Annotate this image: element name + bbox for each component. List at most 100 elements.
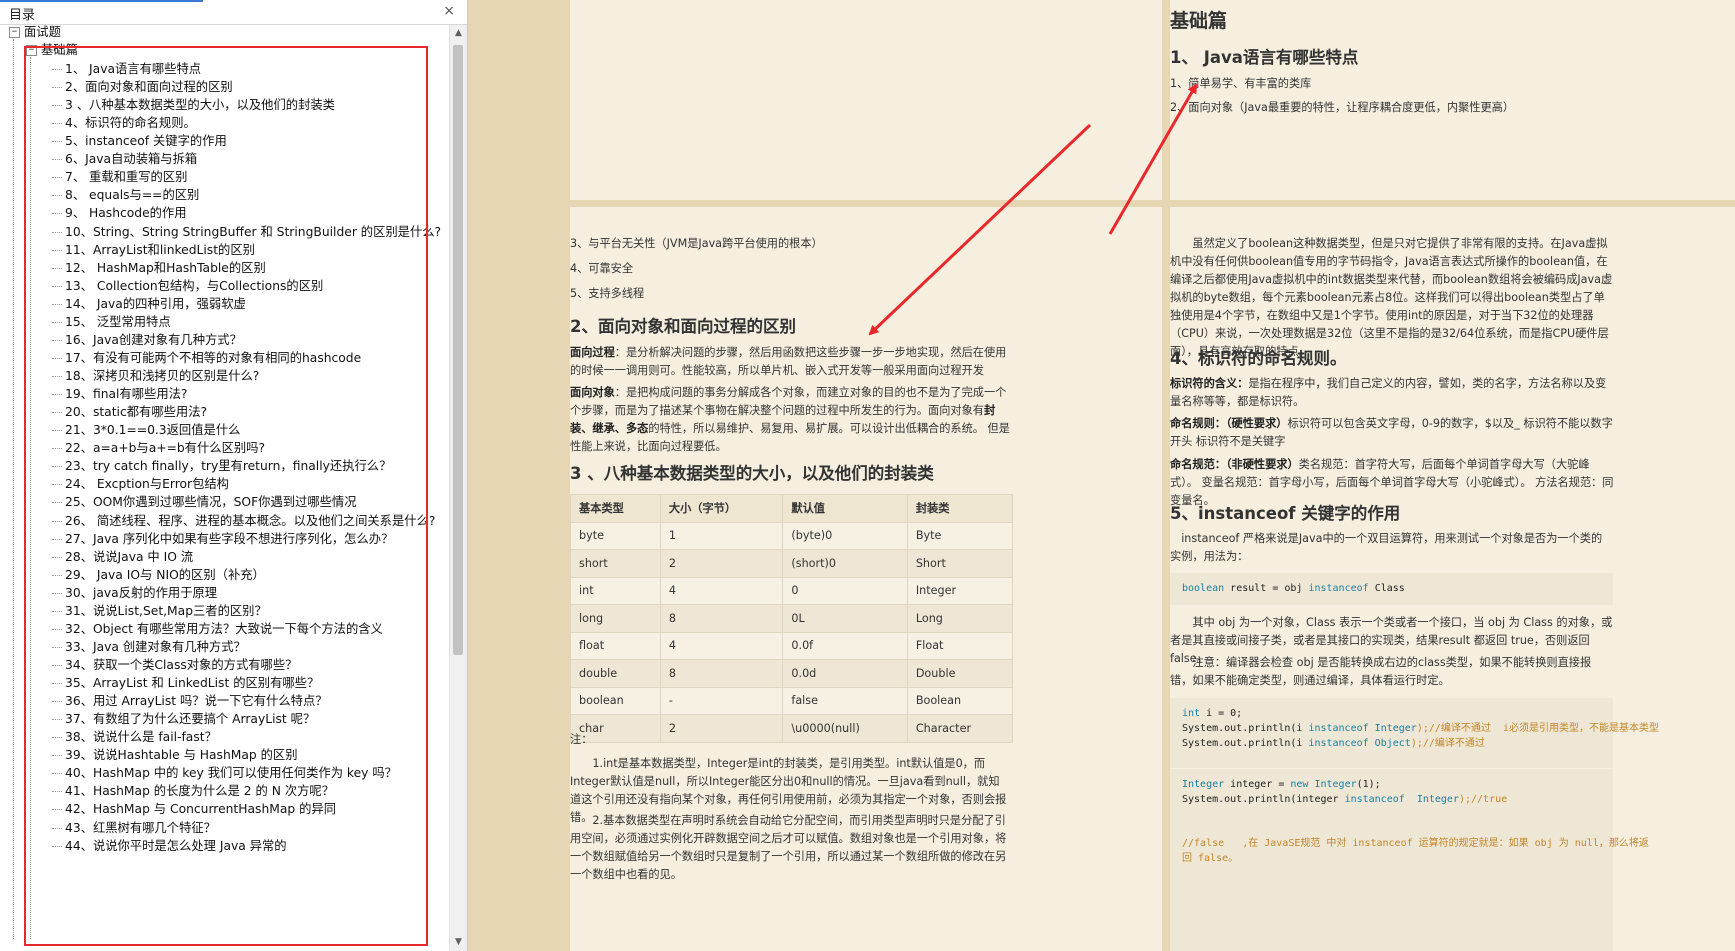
tree-connector bbox=[52, 610, 62, 612]
tree-connector bbox=[52, 845, 62, 847]
toc-item[interactable]: 23、try catch finally，try里有return，finally… bbox=[52, 457, 391, 476]
toc-item[interactable]: 38、说说什么是 fail-fast？ bbox=[52, 728, 217, 747]
scroll-up-icon[interactable]: ▲ bbox=[450, 25, 467, 42]
table-cell: byte bbox=[570, 521, 661, 550]
toc-item[interactable]: 7、 重载和重写的区别 bbox=[52, 168, 187, 187]
toc-item-label: 1、 Java语言有哪些特点 bbox=[65, 62, 202, 76]
list-item: 4、可靠安全 bbox=[570, 262, 634, 275]
toc-item-label: 10、String、String StringBuffer 和 StringBu… bbox=[65, 224, 442, 239]
toc-item-label: 11、ArrayList和linkedList的区别 bbox=[65, 242, 255, 257]
toc-item[interactable]: 3 、八种基本数据类型的大小，以及他们的封装类 bbox=[52, 96, 335, 115]
table-header-cell: 基本类型 bbox=[570, 494, 661, 523]
toc-item[interactable]: 19、final有哪些用法? bbox=[52, 385, 187, 404]
scroll-down-icon[interactable]: ▼ bbox=[450, 934, 467, 951]
toc-item[interactable]: 26、 简述线程、程序、进程的基本概念。以及他们之间关系是什么? bbox=[52, 512, 435, 531]
toc-item-label: 27、Java 序列化中如果有些字段不想进行序列化，怎么办？ bbox=[65, 531, 394, 546]
toc-item-label: 42、HashMap 与 ConcurrentHashMap 的异同 bbox=[65, 802, 336, 817]
page-3: 3、与平台无关性（JVM是Java跨平台使用的根本） 4、可靠安全 5、支持多线… bbox=[570, 207, 1162, 951]
table-row: char 2 \u0000(null) Character bbox=[570, 714, 1014, 743]
tree-connector bbox=[52, 231, 62, 233]
toc-item[interactable]: 16、Java创建对象有几种方式？ bbox=[52, 331, 242, 350]
toc-item[interactable]: 39、说说Hashtable 与 HashMap 的区别 bbox=[52, 746, 298, 765]
table-cell: short bbox=[570, 549, 661, 578]
toc-item-label: 9、 Hashcode的作用 bbox=[65, 206, 187, 221]
toc-item[interactable]: 25、OOM你遇到过哪些情况，SOF你遇到过哪些情况 bbox=[52, 493, 357, 512]
code-comment: );//true bbox=[1458, 794, 1508, 805]
close-icon[interactable]: × bbox=[443, 3, 455, 19]
toc-item[interactable]: 37、有数组了为什么还要搞个 ArrayList 呢？ bbox=[52, 710, 315, 729]
toc-item[interactable]: 18、深拷贝和浅拷贝的区别是什么? bbox=[52, 367, 259, 386]
table-cell: 0L bbox=[782, 604, 908, 633]
toc-item[interactable]: 42、HashMap 与 ConcurrentHashMap 的异同 bbox=[52, 800, 336, 819]
toc-item[interactable]: 8、 equals与==的区别 bbox=[52, 186, 199, 205]
toc-item[interactable]: 20、static都有哪些用法? bbox=[52, 403, 207, 422]
toc-item[interactable]: 29、 Java IO与 NIO的区别（补充） bbox=[52, 566, 265, 585]
tree-connector bbox=[52, 484, 62, 486]
tree-connector bbox=[52, 664, 62, 666]
list-item: 1、简单易学、有丰富的类库 bbox=[1170, 77, 1312, 90]
toc-item-label: 34、获取一个类Class对象的方式有哪些？ bbox=[65, 657, 298, 672]
toc-item[interactable]: 35、ArrayList 和 LinkedList 的区别有哪些？ bbox=[52, 674, 319, 693]
table-header-cell: 默认值 bbox=[782, 494, 908, 523]
tree-connector bbox=[52, 773, 62, 775]
toc-item[interactable]: 28、说说Java 中 IO 流 bbox=[52, 548, 193, 567]
paragraph-text: ：是把构成问题的事务分解成各个对象，而建立对象的目的也不是为了完成一个个步骤，而… bbox=[570, 386, 1007, 417]
toc-item[interactable]: 27、Java 序列化中如果有些字段不想进行序列化，怎么办？ bbox=[52, 530, 393, 549]
toc-item[interactable]: 22、a=a+b与a+=b有什么区别吗? bbox=[52, 439, 265, 458]
toc-item[interactable]: 13、 Collection包结构，与Collections的区别 bbox=[52, 277, 323, 296]
toc-item[interactable]: 41、HashMap 的长度为什么是 2 的 N 次方呢？ bbox=[52, 782, 334, 801]
toc-tree: − 面试题 − 基础篇 1、 Java语言有哪些特点 2、面向对象和面向过程的区别 3 … bbox=[0, 25, 448, 951]
toc-scrollbar[interactable]: ▲ ▼ bbox=[449, 25, 467, 951]
table-cell: 8 bbox=[659, 659, 784, 688]
toc-item[interactable]: 17、有没有可能两个不相等的对象有相同的hashcode bbox=[52, 349, 361, 368]
toc-item[interactable]: 9、 Hashcode的作用 bbox=[52, 204, 187, 223]
table-cell: 8 bbox=[659, 604, 784, 633]
toc-item[interactable]: 12、 HashMap和HashTable的区别 bbox=[52, 259, 266, 278]
code-comment: );//编译不通过 i必须是引用类型，不能是基本类型 bbox=[1416, 723, 1659, 734]
tree-connector bbox=[52, 646, 62, 648]
toc-item-label: 38、说说什么是 fail-fast？ bbox=[65, 730, 217, 745]
table-cell: Character bbox=[906, 714, 1014, 743]
toc-item-label: 22、a=a+b与a+=b有什么区别吗? bbox=[65, 441, 265, 456]
toc-item[interactable]: 6、Java自动装箱与拆箱 bbox=[52, 150, 197, 169]
tree-connector bbox=[52, 213, 62, 215]
scroll-thumb[interactable] bbox=[453, 45, 463, 655]
toc-item[interactable]: 11、ArrayList和linkedList的区别 bbox=[52, 241, 255, 260]
collapse-icon[interactable]: − bbox=[9, 27, 20, 38]
toc-item[interactable]: 40、HashMap 中的 key 我们可以使用任何类作为 key 吗？ bbox=[52, 764, 397, 783]
toc-item[interactable]: 21、3*0.1==0.3返回值是什么 bbox=[52, 421, 240, 440]
table-row: short 2 (short)0 Short bbox=[570, 549, 1014, 578]
toc-item[interactable]: 15、 泛型常用特点 bbox=[52, 313, 171, 332]
toc-item[interactable]: 1、 Java语言有哪些特点 bbox=[52, 60, 201, 79]
toc-item[interactable]: 10、String、String StringBuffer 和 StringBu… bbox=[52, 223, 441, 242]
table-header-cell: 大小（字节） bbox=[659, 494, 784, 523]
toc-item[interactable]: 43、红黑树有哪几个特征？ bbox=[52, 819, 216, 838]
tree-connector bbox=[52, 719, 62, 721]
tree-connector bbox=[52, 123, 62, 125]
toc-item[interactable]: 4、标识符的命名规则。 bbox=[52, 114, 196, 133]
toc-item[interactable]: 34、获取一个类Class对象的方式有哪些？ bbox=[52, 656, 297, 675]
page-1 bbox=[570, 0, 1162, 200]
toc-item[interactable]: 14、 Java的四种引用，强弱软虚 bbox=[52, 295, 246, 314]
tree-node-root[interactable]: − 面试题 bbox=[9, 25, 61, 42]
page-4: 虽然定义了boolean这种数据类型，但是只对它提供了非常有限的支持。在Java… bbox=[1170, 207, 1735, 951]
tree-connector bbox=[52, 809, 62, 811]
toc-item-label: 26、 简述线程、程序、进程的基本概念。以及他们之间关系是什么? bbox=[65, 513, 436, 528]
toc-item[interactable]: 36、用过 ArrayList 吗？说一下它有什么特点？ bbox=[52, 692, 328, 711]
table-cell: Double bbox=[906, 659, 1014, 688]
collapse-icon[interactable]: − bbox=[26, 45, 37, 56]
tree-node-section[interactable]: − 基础篇 bbox=[26, 41, 78, 60]
toc-item[interactable]: 32、Object 有哪些常用方法？大致说一下每个方法的含义 bbox=[52, 620, 383, 639]
table-cell: 0 bbox=[782, 576, 908, 605]
toc-item[interactable]: 24、 Excption与Error包结构 bbox=[52, 475, 229, 494]
toc-item[interactable]: 33、Java 创建对象有几种方式？ bbox=[52, 638, 246, 657]
toc-item[interactable]: 30、java反射的作用于原理 bbox=[52, 584, 217, 603]
tree-connector bbox=[52, 321, 62, 323]
toc-item[interactable]: 5、instanceof 关键字的作用 bbox=[52, 132, 227, 151]
toc-item-label: 16、Java创建对象有几种方式？ bbox=[65, 332, 242, 347]
toc-item[interactable]: 44、说说你平时是怎么处理 Java 异常的 bbox=[52, 837, 287, 856]
toc-item[interactable]: 31、说说List,Set,Map三者的区别？ bbox=[52, 602, 267, 621]
toc-item[interactable]: 2、面向对象和面向过程的区别 bbox=[52, 78, 233, 97]
code-type: Integer bbox=[1308, 779, 1357, 790]
toc-item-label: 7、 重载和重写的区别 bbox=[65, 170, 188, 185]
